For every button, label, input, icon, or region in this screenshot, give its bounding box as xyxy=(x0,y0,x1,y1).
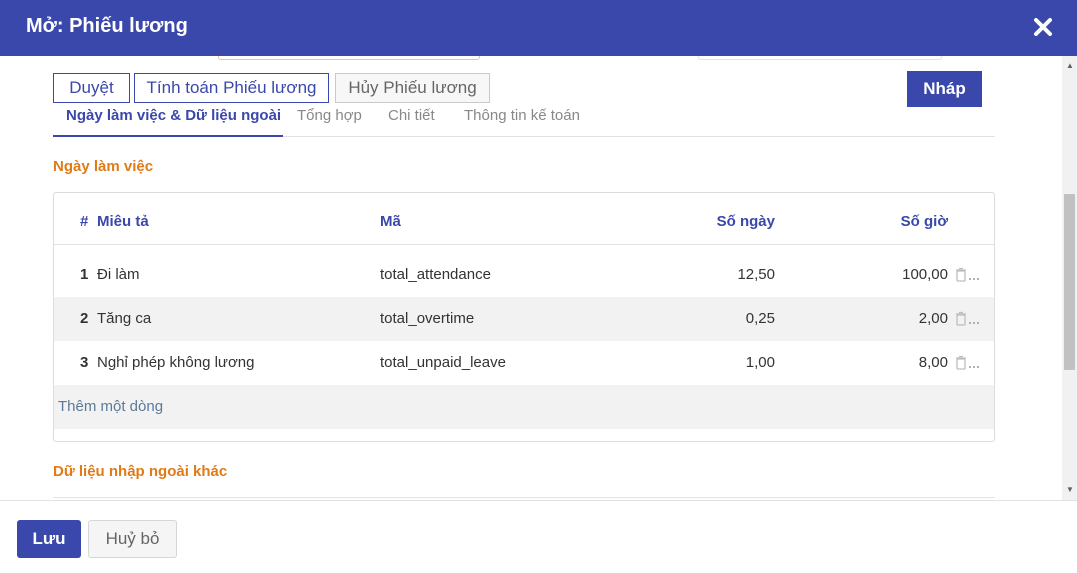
trash-icon[interactable] xyxy=(955,355,981,371)
table-row[interactable]: 3 Nghỉ phép không lương total_unpaid_lea… xyxy=(54,341,994,385)
column-header-description[interactable]: Miêu tả xyxy=(97,213,149,230)
form-field-edge xyxy=(218,56,480,60)
trash-icon[interactable] xyxy=(955,267,981,283)
column-header-days[interactable]: Số ngày xyxy=(674,213,775,230)
tab-summary[interactable]: Tổng hợp xyxy=(297,100,362,137)
row-hours[interactable]: 2,00 xyxy=(848,310,948,327)
row-description[interactable]: Đi làm xyxy=(97,266,140,283)
row-index: 1 xyxy=(80,266,89,283)
section-title-worked-days: Ngày làm việc xyxy=(53,158,154,175)
column-header-index[interactable]: # xyxy=(80,213,88,230)
scrollbar-thumb[interactable] xyxy=(1064,194,1075,370)
row-hours[interactable]: 8,00 xyxy=(848,354,948,371)
modal-title: Mở: Phiếu lương xyxy=(26,15,188,37)
row-code[interactable]: total_unpaid_leave xyxy=(380,354,506,371)
close-icon[interactable] xyxy=(1030,14,1056,40)
row-index: 2 xyxy=(80,310,89,327)
column-header-hours[interactable]: Số giờ xyxy=(848,213,948,230)
scroll-down-icon[interactable]: ▼ xyxy=(1066,486,1074,494)
scroll-up-icon[interactable]: ▲ xyxy=(1066,62,1074,70)
worked-days-table: # Miêu tả Mã Số ngày Số giờ 1 Đi làm tot… xyxy=(53,192,995,442)
form-field-edge xyxy=(698,56,942,60)
tab-bar: Ngày làm việc & Dữ liệu ngoài Tổng hợp C… xyxy=(53,100,995,137)
section-title-other-inputs: Dữ liệu nhập ngoài khác xyxy=(53,463,228,480)
row-hours[interactable]: 100,00 xyxy=(848,266,948,283)
modal-body: Duyệt Tính toán Phiếu lương Hủy Phiếu lư… xyxy=(0,56,1077,500)
table-row[interactable]: 2 Tăng ca total_overtime 0,25 2,00 xyxy=(54,297,994,341)
compute-payslip-button[interactable]: Tính toán Phiếu lương xyxy=(134,73,329,103)
row-index: 3 xyxy=(80,354,89,371)
save-button[interactable]: Lưu xyxy=(17,520,81,558)
row-code[interactable]: total_overtime xyxy=(380,310,474,327)
tab-worked-days[interactable]: Ngày làm việc & Dữ liệu ngoài xyxy=(53,100,283,137)
row-days[interactable]: 0,25 xyxy=(674,310,775,327)
table-row[interactable]: 1 Đi làm total_attendance 12,50 100,00 xyxy=(54,253,994,297)
row-days[interactable]: 1,00 xyxy=(674,354,775,371)
table-top-edge xyxy=(53,497,995,498)
vertical-scrollbar[interactable]: ▲ ▼ xyxy=(1062,56,1077,500)
table-header: # Miêu tả Mã Số ngày Số giờ xyxy=(54,193,994,245)
row-code[interactable]: total_attendance xyxy=(380,266,491,283)
tab-details[interactable]: Chi tiết xyxy=(388,100,435,137)
approve-button[interactable]: Duyệt xyxy=(53,73,130,103)
column-header-code[interactable]: Mã xyxy=(380,213,401,230)
row-description[interactable]: Tăng ca xyxy=(97,310,151,327)
tab-accounting-info[interactable]: Thông tin kế toán xyxy=(464,100,580,137)
row-days[interactable]: 12,50 xyxy=(674,266,775,283)
row-description[interactable]: Nghỉ phép không lương xyxy=(97,354,255,371)
cancel-payslip-button[interactable]: Hủy Phiếu lương xyxy=(335,73,490,103)
modal-footer: Lưu Huỷ bỏ xyxy=(0,500,1077,573)
discard-button[interactable]: Huỷ bỏ xyxy=(88,520,177,558)
trash-icon[interactable] xyxy=(955,311,981,327)
add-line-link[interactable]: Thêm một dòng xyxy=(58,398,163,415)
add-line-row: Thêm một dòng xyxy=(54,385,994,429)
modal-header: Mở: Phiếu lương xyxy=(0,0,1077,56)
